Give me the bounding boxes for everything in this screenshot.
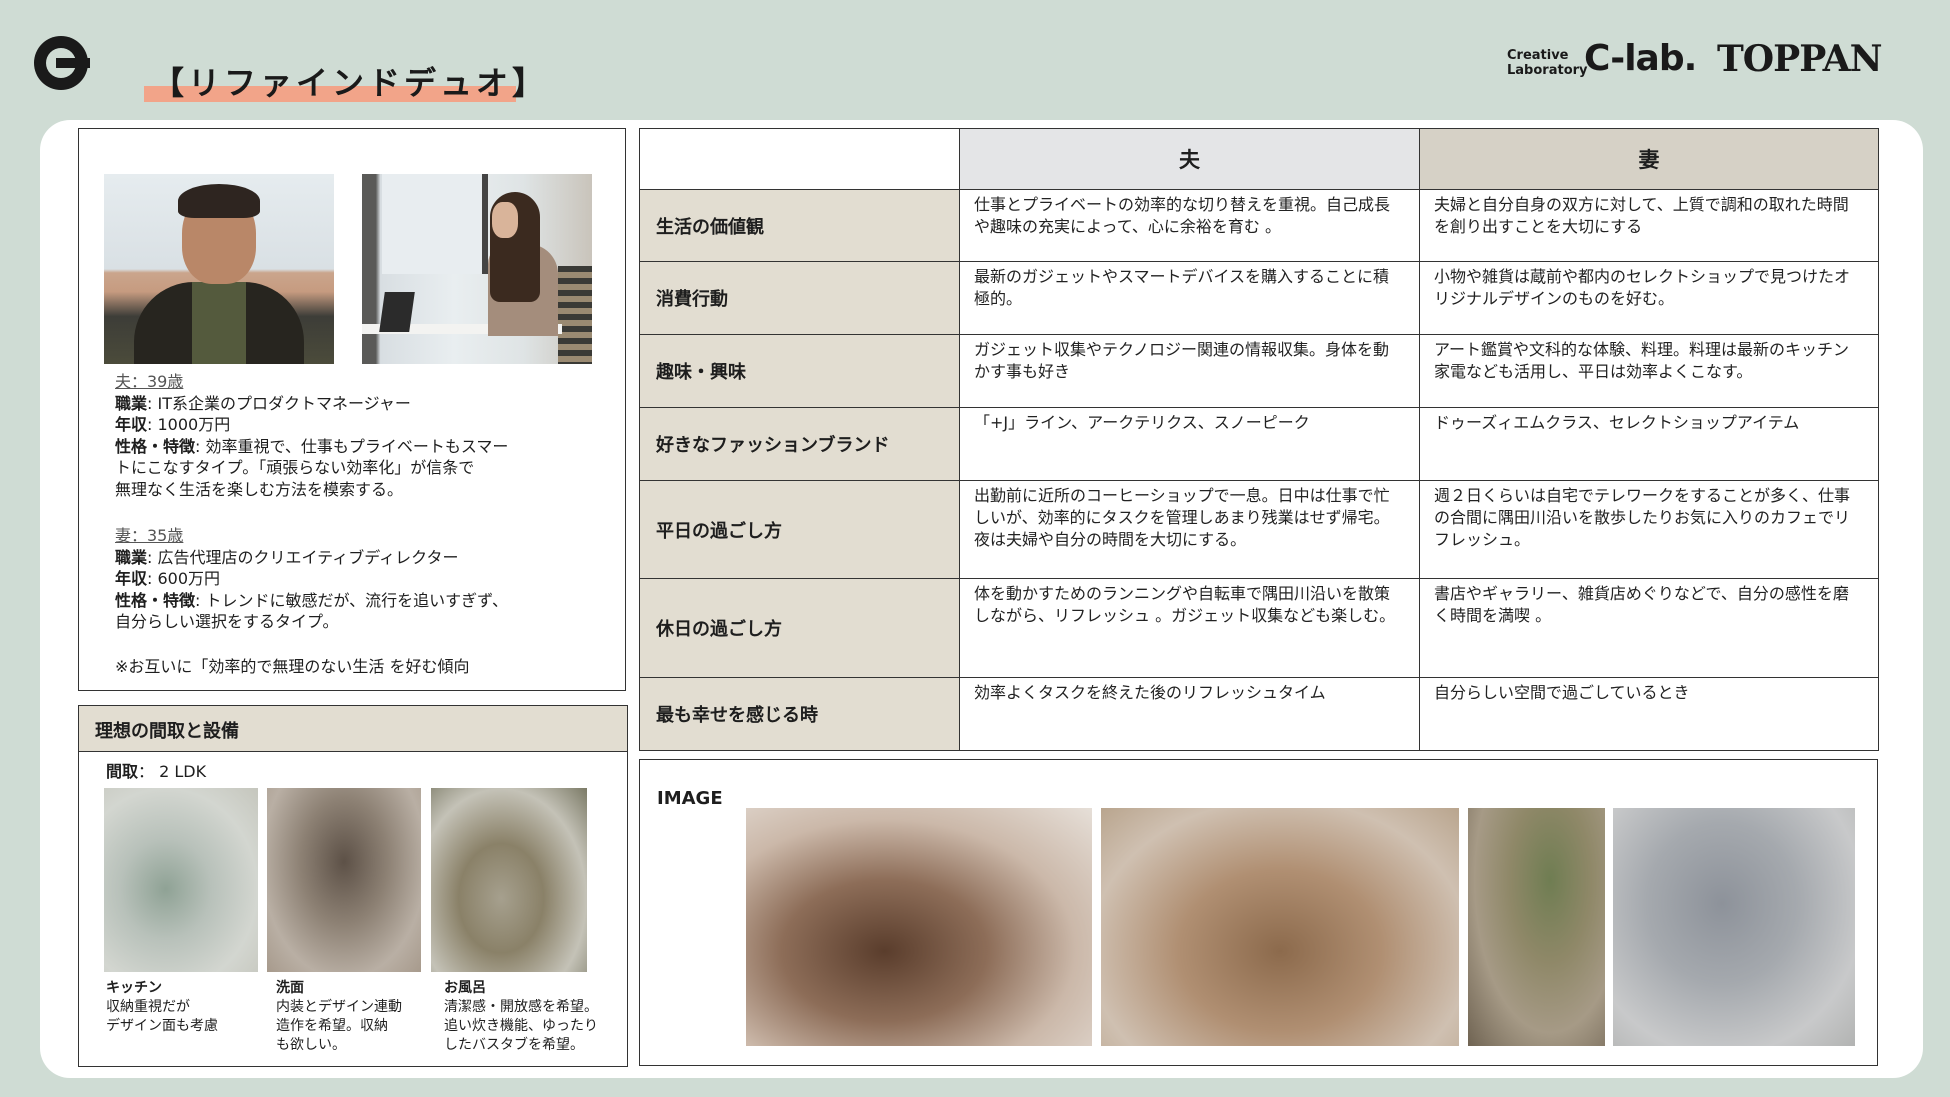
husband-photo bbox=[104, 174, 334, 364]
wife-cell: 書店やギャラリー、雑貨店めぐりなどで、自分の感性を磨く時間を満喫 。 bbox=[1419, 578, 1879, 678]
husband-profile: 夫：39歳 職業: IT系企業のプロダクトマネージャー 年収: 1000万円 性… bbox=[115, 372, 509, 499]
mood-image-2 bbox=[1101, 808, 1459, 1046]
wife-cell: 週２日くらいは自宅でテレワークをすることが多く、仕事の合間に隅田川沿いを散歩した… bbox=[1419, 480, 1879, 579]
image-section-label: IMAGE bbox=[657, 788, 723, 809]
row-label: 最も幸せを感じる時 bbox=[639, 677, 960, 751]
floor-plan-heading: 理想の間取と設備 bbox=[95, 721, 239, 742]
bath-caption: お風呂 清潔感・開放感を希望。 追い炊き機能、ゆったり したバスタブを希望。 bbox=[444, 980, 598, 1053]
page-title: 【リファインドデュオ】 bbox=[152, 64, 549, 102]
husband-cell: 「+J」ライン、アークテリクス、スノーピーク bbox=[959, 407, 1420, 481]
table-row: 平日の過ごし方 出勤前に近所のコーヒーショップで一息。日中は仕事で忙しいが、効率… bbox=[639, 480, 1879, 579]
col-wife-header: 妻 bbox=[1419, 128, 1879, 190]
comparison-table: 夫 妻 生活の価値観 仕事とプライベートの効率的な切り替えを重視。自己成長や趣味… bbox=[639, 128, 1879, 751]
table-row: 生活の価値観 仕事とプライベートの効率的な切り替えを重視。自己成長や趣味の充実に… bbox=[639, 189, 1879, 262]
husband-cell: 出勤前に近所のコーヒーショップで一息。日中は仕事で忙しいが、効率的にタスクを管理… bbox=[959, 480, 1420, 579]
table-header-row: 夫 妻 bbox=[639, 128, 1879, 190]
brand-clab-logo: C-lab. bbox=[1584, 38, 1697, 79]
husband-cell: ガジェット収集やテクノロジー関連の情報収集。身体を動かす事も好き bbox=[959, 334, 1420, 408]
row-label: 趣味・興味 bbox=[639, 334, 960, 408]
washroom-image bbox=[267, 788, 421, 972]
table-row: 消費行動 最新のガジェットやスマートデバイスを購入することに積極的。 小物や雑貨… bbox=[639, 261, 1879, 335]
wife-cell: 自分らしい空間で過ごしているとき bbox=[1419, 677, 1879, 751]
wife-photo bbox=[362, 174, 592, 364]
mood-image-1 bbox=[746, 808, 1092, 1046]
wife-cell: 夫婦と自分自身の双方に対して、上質で調和の取れた時間を創り出すことを大切にする bbox=[1419, 189, 1879, 262]
mood-image-3 bbox=[1468, 808, 1605, 1046]
row-label: 平日の過ごし方 bbox=[639, 480, 960, 579]
husband-cell: 体を動かすためのランニングや自転車で隅田川沿いを散策しながら、リフレッシュ 。ガ… bbox=[959, 578, 1420, 678]
clab-logo-icon bbox=[34, 36, 90, 90]
table-row: 趣味・興味 ガジェット収集やテクノロジー関連の情報収集。身体を動かす事も好き ア… bbox=[639, 334, 1879, 408]
wife-cell: アート鑑賞や文科的な体験、料理。料理は最新のキッチン家電なども活用し、平日は効率… bbox=[1419, 334, 1879, 408]
floor-plan-header: 理想の間取と設備 bbox=[79, 706, 627, 752]
madori-line: 間取： 2 LDK bbox=[106, 762, 207, 781]
table-row: 最も幸せを感じる時 効率よくタスクを終えた後のリフレッシュタイム 自分らしい空間… bbox=[639, 677, 1879, 751]
bath-image bbox=[431, 788, 587, 972]
mood-image-4 bbox=[1613, 808, 1855, 1046]
row-label: 生活の価値観 bbox=[639, 189, 960, 262]
kitchen-image bbox=[104, 788, 258, 972]
table-corner bbox=[639, 128, 960, 190]
col-husband-header: 夫 bbox=[959, 128, 1420, 190]
washroom-caption: 洗面 内装とデザイン連動 造作を希望。収納 も欲しい。 bbox=[276, 980, 402, 1053]
row-label: 好きなファッションブランド bbox=[639, 407, 960, 481]
brand-creative-laboratory: Creative Laboratory bbox=[1507, 48, 1588, 78]
row-label: 休日の過ごし方 bbox=[639, 578, 960, 678]
wife-profile: 妻：35歳 職業: 広告代理店のクリエイティブディレクター 年収: 600万円 … bbox=[115, 526, 509, 631]
husband-cell: 仕事とプライベートの効率的な切り替えを重視。自己成長や趣味の充実によって、心に余… bbox=[959, 189, 1420, 262]
husband-cell: 効率よくタスクを終えた後のリフレッシュタイム bbox=[959, 677, 1420, 751]
wife-heading: 妻：35歳 bbox=[115, 526, 184, 545]
wife-cell: 小物や雑貨は蔵前や都内のセレクトショップで見つけたオリジナルデザインのものを好む… bbox=[1419, 261, 1879, 335]
table-row: 休日の過ごし方 体を動かすためのランニングや自転車で隅田川沿いを散策しながら、リ… bbox=[639, 578, 1879, 678]
husband-heading: 夫：39歳 bbox=[115, 372, 184, 391]
row-label: 消費行動 bbox=[639, 261, 960, 335]
kitchen-caption: キッチン 収納重視だが デザイン面も考慮 bbox=[106, 980, 218, 1034]
husband-cell: 最新のガジェットやスマートデバイスを購入することに積極的。 bbox=[959, 261, 1420, 335]
table-row: 好きなファッションブランド 「+J」ライン、アークテリクス、スノーピーク ドゥー… bbox=[639, 407, 1879, 481]
brand-toppan-logo: TOPPAN bbox=[1717, 38, 1883, 80]
wife-cell: ドゥーズィエムクラス、セレクトショップアイテム bbox=[1419, 407, 1879, 481]
persona-note: ※お互いに「効率的で無理のない生活 を好む傾向 bbox=[115, 657, 470, 676]
